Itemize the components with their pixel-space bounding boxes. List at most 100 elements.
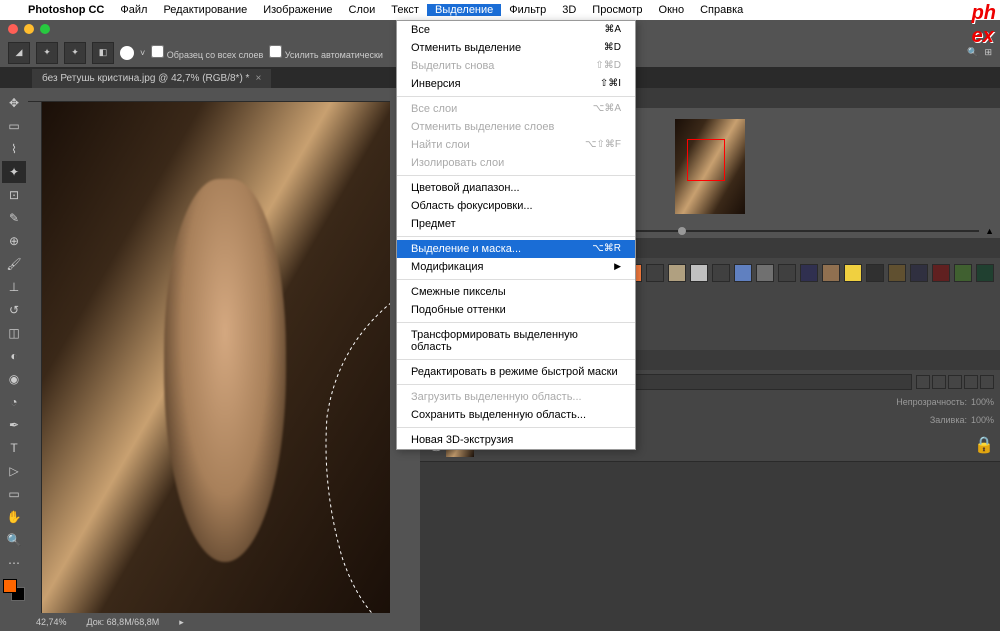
style-swatch-18[interactable] [822,264,840,282]
hand-tool[interactable]: ✋ [2,506,26,528]
marquee-tool[interactable]: ▭ [2,115,26,137]
canvas-area: 42,74% Док: 68,8M/68,8M ▸ [28,88,390,631]
style-swatch-17[interactable] [800,264,818,282]
zoom-tool[interactable]: 🔍 [2,529,26,551]
brush-size-icon[interactable] [120,46,134,60]
menu-help[interactable]: Справка [692,4,751,16]
style-swatch-12[interactable] [690,264,708,282]
close-tab-icon[interactable]: × [255,73,261,84]
menu-view[interactable]: Просмотр [584,4,650,16]
menu-item-подобные-оттенки[interactable]: Подобные оттенки [397,301,635,319]
foreground-color[interactable] [3,579,17,593]
menu-filter[interactable]: Фильтр [501,4,554,16]
menu-item-новая-3d-экструзия[interactable]: Новая 3D-экструзия [397,431,635,449]
ruler-vertical [28,102,42,613]
document-tab[interactable]: без Ретушь кристина.jpg @ 42,7% (RGB/8*)… [32,69,271,88]
style-swatch-25[interactable] [976,264,994,282]
style-swatch-22[interactable] [910,264,928,282]
style-swatch-19[interactable] [844,264,862,282]
zoom-in-icon[interactable]: ▲ [985,226,994,236]
filter-pixel-icon[interactable] [916,375,930,389]
history-brush-tool[interactable]: ↺ [2,299,26,321]
quick-selection-tool[interactable]: ✦ [2,161,26,183]
enhance-checkbox[interactable]: Усилить автоматически [269,45,383,60]
pen-tool[interactable]: ✒ [2,414,26,436]
add-selection-icon[interactable]: ✦ [64,42,86,64]
menu-item-инверсия[interactable]: Инверсия⇧⌘I [397,75,635,93]
menu-item-предмет[interactable]: Предмет [397,215,635,233]
dropdown-icon[interactable]: ˅ [140,48,145,58]
canvas[interactable] [42,102,390,613]
type-tool[interactable]: T [2,437,26,459]
maximize-window-icon[interactable] [40,24,50,34]
navigator-view-box[interactable] [687,139,725,181]
style-swatch-13[interactable] [712,264,730,282]
edit-toolbar-icon[interactable]: ⋯ [2,552,26,574]
dodge-tool[interactable]: ◔ [2,391,26,413]
tool-preset-icon[interactable]: ◢ [8,42,30,64]
menu-item-смежные-пикселы[interactable]: Смежные пикселы [397,283,635,301]
crop-tool[interactable]: ⊡ [2,184,26,206]
lasso-tool[interactable]: ⌇ [2,138,26,160]
path-select-tool[interactable]: ▷ [2,460,26,482]
menu-3d[interactable]: 3D [554,4,584,16]
minimize-window-icon[interactable] [24,24,34,34]
status-doc-info: Док: 68,8M/68,8M [87,617,160,627]
menu-window[interactable]: Окно [651,4,693,16]
menu-item-все[interactable]: Все⌘A [397,21,635,39]
eraser-tool[interactable]: ◫ [2,322,26,344]
document-title: без Ретушь кристина.jpg @ 42,7% (RGB/8*)… [42,73,249,84]
menu-item-область-фокусировки-[interactable]: Область фокусировки... [397,197,635,215]
subtract-selection-icon[interactable]: ◧ [92,42,114,64]
menu-layers[interactable]: Слои [341,4,384,16]
style-swatch-10[interactable] [646,264,664,282]
fill-value[interactable]: 100% [971,415,994,425]
opacity-value[interactable]: 100% [971,397,994,407]
menu-item-трансформировать-выделенную-область[interactable]: Трансформировать выделенную область [397,326,635,356]
style-swatch-14[interactable] [734,264,752,282]
menu-item-модификация[interactable]: Модификация▶ [397,258,635,276]
status-arrow-icon[interactable]: ▸ [179,617,184,628]
filter-smart-icon[interactable] [980,375,994,389]
style-swatch-15[interactable] [756,264,774,282]
watermark: phex [968,0,1000,50]
selection-dropdown: Все⌘AОтменить выделение⌘DВыделить снова⇧… [396,20,636,450]
brush-tool[interactable]: 🖌 [2,253,26,275]
menu-type[interactable]: Текст [383,4,427,16]
menu-item-редактировать-в-режиме-быстрой-маски[interactable]: Редактировать в режиме быстрой маски [397,363,635,381]
new-selection-icon[interactable]: ✦ [36,42,58,64]
style-swatch-11[interactable] [668,264,686,282]
eyedropper-tool[interactable]: ✎ [2,207,26,229]
blur-tool[interactable]: ◉ [2,368,26,390]
menu-select[interactable]: Выделение [427,4,501,16]
gradient-tool[interactable]: ◐ [2,345,26,367]
menu-edit[interactable]: Редактирование [155,4,255,16]
filter-adjust-icon[interactable] [932,375,946,389]
sample-all-checkbox[interactable]: Образец со всех слоев [151,45,263,60]
menu-item-цветовой-диапазон-[interactable]: Цветовой диапазон... [397,179,635,197]
filter-type-icon2[interactable] [948,375,962,389]
shape-tool[interactable]: ▭ [2,483,26,505]
navigator-thumbnail[interactable] [675,119,745,214]
move-tool[interactable]: ✥ [2,92,26,114]
layer-lock-icon[interactable]: 🔒 [974,435,994,455]
menu-item-сохранить-выделенную-область-[interactable]: Сохранить выделенную область... [397,406,635,424]
style-swatch-16[interactable] [778,264,796,282]
style-swatch-21[interactable] [888,264,906,282]
style-swatch-20[interactable] [866,264,884,282]
close-window-icon[interactable] [8,24,18,34]
menu-file[interactable]: Файл [112,4,155,16]
menu-item-выделение-и-маска-[interactable]: Выделение и маска...⌥⌘R [397,240,635,258]
healing-tool[interactable]: ⊕ [2,230,26,252]
menu-item-отменить-выделение[interactable]: Отменить выделение⌘D [397,39,635,57]
fill-label: Заливка: [930,415,967,425]
menu-image[interactable]: Изображение [255,4,340,16]
style-swatch-24[interactable] [954,264,972,282]
filter-shape-icon[interactable] [964,375,978,389]
style-swatch-23[interactable] [932,264,950,282]
ruler-horizontal [28,88,390,102]
menu-item-найти-слои: Найти слои⌥⇧⌘F [397,136,635,154]
color-swatches[interactable] [3,579,25,601]
menu-item-все-слои: Все слои⌥⌘A [397,100,635,118]
stamp-tool[interactable]: ⊥ [2,276,26,298]
